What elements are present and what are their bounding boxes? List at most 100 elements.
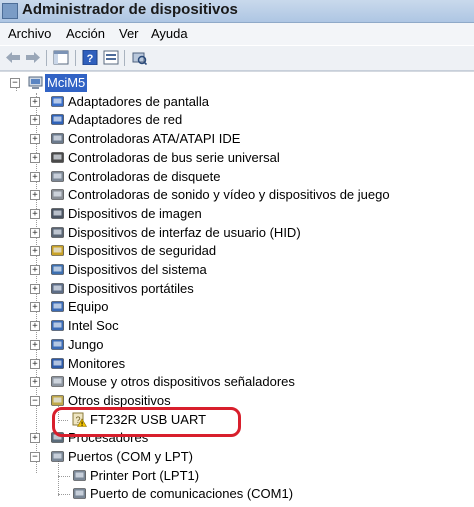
tree-item-label: Adaptadores de red: [68, 112, 183, 128]
scan-hardware-icon[interactable]: [131, 50, 147, 65]
imaging-device-icon: [51, 208, 64, 219]
properties-icon[interactable]: [103, 50, 119, 65]
tree-item-label: Puertos (COM y LPT): [68, 449, 193, 464]
title-bar: Administrador de dispositivos: [0, 0, 474, 23]
network-adapter-icon: [51, 114, 64, 126]
tree-category[interactable]: + Dispositivos del sistema: [0, 261, 474, 279]
usb-controller-icon: [51, 151, 64, 163]
printer-port-icon: [73, 469, 86, 481]
ide-controller-icon: [51, 133, 64, 144]
menu-ver[interactable]: Ver: [119, 26, 139, 41]
tree-category[interactable]: + Intel Soc: [0, 317, 474, 335]
toolbar: ?: [0, 46, 474, 71]
forward-arrow-icon[interactable]: [25, 50, 41, 65]
toolbar-separator: [46, 50, 47, 66]
tree-item-label: Puerto de comunicaciones (COM1): [90, 486, 294, 502]
expand-toggle[interactable]: +: [30, 208, 40, 219]
help-icon[interactable]: ?: [82, 50, 98, 65]
system-device-icon: [51, 264, 64, 275]
com-port-icon: [73, 488, 86, 500]
expand-toggle[interactable]: +: [30, 283, 40, 294]
tree-item-label: Dispositivos de imagen: [68, 205, 202, 221]
monitor-icon: [51, 357, 64, 369]
other-devices-icon: [51, 395, 64, 406]
tree-category[interactable]: + Equipo: [0, 298, 474, 316]
tree-device[interactable]: Puerto de comunicaciones (COM1): [0, 485, 474, 503]
tree-category[interactable]: + Dispositivos portátiles: [0, 280, 474, 298]
intel-soc-icon: [51, 320, 64, 331]
menu-accion[interactable]: Acción: [66, 26, 105, 41]
tree-item-label: Controladoras de sonido y vídeo y dispos…: [68, 187, 390, 203]
floppy-controller-icon: [51, 170, 64, 182]
toolbar-separator: [75, 50, 76, 66]
tree-item-label: Dispositivos de interfaz de usuario (HID…: [68, 224, 301, 240]
computer-icon: [51, 301, 64, 313]
tree-category[interactable]: + Dispositivos de interfaz de usuario (HI…: [0, 224, 474, 242]
expand-toggle[interactable]: +: [30, 265, 40, 275]
menu-archivo[interactable]: Archivo: [8, 26, 51, 41]
tree-item-label: Dispositivos del sistema: [68, 262, 207, 277]
port-icon: [51, 451, 64, 462]
collapse-toggle[interactable]: −: [30, 395, 40, 406]
svg-text:?: ?: [87, 53, 94, 65]
root-computer-icon: [28, 76, 43, 89]
annotation-red-circle: [52, 407, 241, 437]
toolbar-separator: [124, 50, 125, 66]
expand-toggle[interactable]: +: [30, 302, 40, 313]
tree-item-label: Jungo: [68, 336, 104, 352]
tree-device[interactable]: Printer Port (LPT1): [0, 467, 474, 485]
expand-toggle[interactable]: +: [30, 134, 40, 145]
menu-bar: Archivo Acción Ver Ayuda: [0, 23, 474, 45]
tree-category[interactable]: + Dispositivos de imagen: [0, 205, 474, 223]
tree-item-label: MciM5: [45, 74, 88, 92]
expand-toggle[interactable]: +: [30, 339, 40, 350]
tree-item-label: Equipo: [68, 299, 109, 315]
expand-toggle[interactable]: +: [30, 115, 40, 126]
tree-category[interactable]: + Jungo: [0, 336, 474, 354]
window-title: Administrador de dispositivos: [22, 1, 238, 18]
tree-category[interactable]: + Dispositivos de seguridad: [0, 242, 474, 260]
expand-toggle[interactable]: +: [30, 433, 40, 444]
tree-item-label: Monitores: [68, 355, 126, 371]
tree-item-label: Controladoras de disquete: [68, 168, 221, 184]
expand-toggle[interactable]: +: [30, 190, 40, 201]
tree-item-label: Adaptadores de pantalla: [68, 93, 209, 109]
expand-toggle[interactable]: +: [30, 227, 40, 238]
tree-root[interactable]: − MciM5: [0, 74, 474, 92]
portable-device-icon: [51, 282, 64, 294]
tree-category[interactable]: + Adaptadores de pantalla: [0, 93, 474, 111]
tree-item-label: Intel Soc: [68, 318, 119, 334]
menu-ayuda[interactable]: Ayuda: [151, 26, 188, 41]
expand-toggle[interactable]: +: [30, 358, 40, 369]
device-manager-icon: [2, 3, 18, 19]
tree-category[interactable]: + Controladoras de disquete: [0, 168, 474, 186]
tree-item-label: Controladoras ATA/ATAPI IDE: [68, 131, 241, 147]
tree-item-label: Printer Port (LPT1): [90, 467, 200, 483]
tree-category[interactable]: + Monitores: [0, 355, 474, 373]
jungo-icon: [51, 338, 64, 350]
collapse-toggle[interactable]: −: [10, 78, 20, 88]
tree-item-label: Dispositivos de seguridad: [68, 243, 217, 259]
expand-toggle[interactable]: +: [30, 377, 40, 388]
tree-item-label: Mouse y otros dispositivos señaladores: [68, 374, 295, 390]
back-arrow-icon[interactable]: [5, 50, 21, 65]
sound-controller-icon: [51, 189, 64, 200]
tree-item-label: Controladoras de bus serie universal: [68, 149, 280, 165]
mouse-icon: [51, 376, 64, 387]
expand-toggle[interactable]: +: [30, 171, 40, 182]
expand-toggle[interactable]: +: [30, 321, 40, 332]
tree-category[interactable]: − Puertos (COM y LPT): [0, 448, 474, 466]
tree-category[interactable]: + Adaptadores de red: [0, 111, 474, 129]
tree-category[interactable]: + Controladoras ATA/ATAPI IDE: [0, 130, 474, 148]
tree-item-label: Dispositivos portátiles: [68, 280, 194, 296]
expand-toggle[interactable]: +: [30, 96, 40, 107]
security-device-icon: [51, 245, 64, 257]
expand-toggle[interactable]: +: [30, 152, 40, 163]
tree-category[interactable]: + Controladoras de bus serie universal: [0, 149, 474, 167]
collapse-toggle[interactable]: −: [30, 452, 40, 462]
tree-category[interactable]: + Controladoras de sonido y vídeo y dispo…: [0, 186, 474, 204]
console-tree-icon[interactable]: [53, 50, 69, 65]
display-adapter-icon: [51, 95, 64, 107]
expand-toggle[interactable]: +: [30, 246, 40, 257]
tree-category[interactable]: + Mouse y otros dispositivos señaladores: [0, 373, 474, 391]
